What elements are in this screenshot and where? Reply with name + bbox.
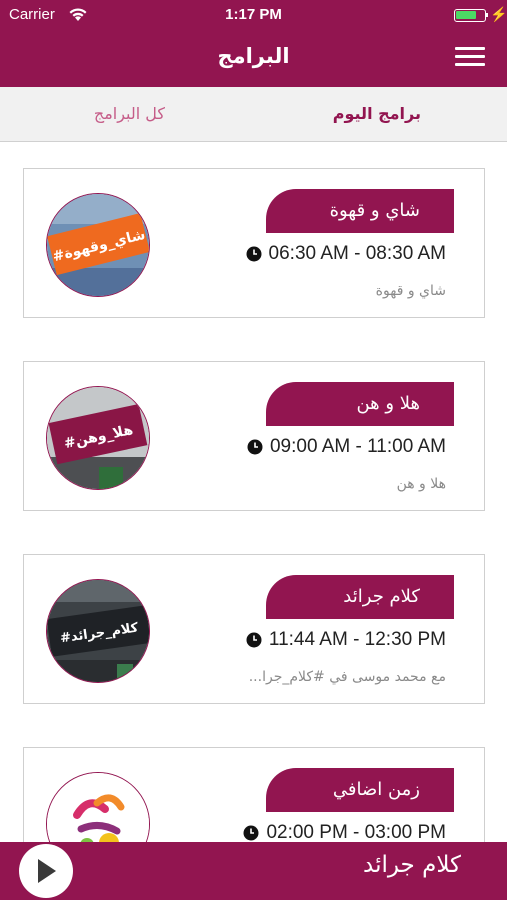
- program-subtitle: هلا و هن: [396, 476, 446, 492]
- page-title: البرامج: [217, 44, 290, 68]
- clock-icon: [246, 246, 262, 262]
- status-time: 1:17 PM: [225, 6, 282, 23]
- tab-bar: برامج اليوم كل البرامج: [0, 87, 507, 142]
- status-bar: Carrier 1:17 PM ⚡: [0, 0, 507, 30]
- hamburger-menu-icon[interactable]: [455, 47, 485, 69]
- program-card[interactable]: هلا و هن 09:00 AM - 11:00 AM هلا و هن #ه…: [23, 361, 485, 511]
- program-time-row: 11:44 AM - 12:30 PM: [246, 629, 446, 651]
- player-bar: كلام جرائد: [0, 842, 507, 900]
- program-time-row: 09:00 AM - 11:00 AM: [247, 436, 446, 458]
- program-time: 11:44 AM - 12:30 PM: [268, 629, 446, 650]
- program-title: هلا و هن: [266, 382, 454, 426]
- program-card[interactable]: زمن اضافي 02:00 PM - 03:00 PM: [23, 747, 485, 842]
- program-list: شاي و قهوة 06:30 AM - 08:30 AM شاي و قهو…: [0, 142, 507, 842]
- play-icon: [38, 859, 56, 883]
- clock-icon: [246, 632, 262, 648]
- program-title: شاي و قهوة: [266, 189, 454, 233]
- play-button[interactable]: [19, 844, 73, 898]
- program-title: كلام جرائد: [266, 575, 454, 619]
- program-thumbnail: #كلام_جرائد: [46, 579, 150, 683]
- program-time: 02:00 PM - 03:00 PM: [266, 822, 446, 842]
- nav-bar: البرامج: [0, 30, 507, 87]
- program-thumbnail: [46, 772, 150, 842]
- program-thumbnail: #هلا_وهن: [46, 386, 150, 490]
- program-card[interactable]: كلام جرائد 11:44 AM - 12:30 PM مع محمد م…: [23, 554, 485, 704]
- program-thumbnail: #شاي_وقهوة: [46, 193, 150, 297]
- program-title: زمن اضافي: [266, 768, 454, 812]
- program-card[interactable]: شاي و قهوة 06:30 AM - 08:30 AM شاي و قهو…: [23, 168, 485, 318]
- program-time: 06:30 AM - 08:30 AM: [268, 243, 446, 264]
- tab-today-programs[interactable]: برامج اليوم: [333, 104, 421, 123]
- program-time-row: 06:30 AM - 08:30 AM: [246, 243, 446, 265]
- program-subtitle: مع محمد موسى في #كلام_جرا...: [248, 669, 446, 685]
- program-subtitle: شاي و قهوة: [375, 283, 446, 299]
- clock-icon: [243, 825, 259, 841]
- program-time-row: 02:00 PM - 03:00 PM: [243, 822, 446, 842]
- clock-icon: [247, 439, 263, 455]
- charging-bolt-icon: ⚡: [490, 6, 507, 22]
- program-time: 09:00 AM - 11:00 AM: [269, 436, 446, 457]
- battery-icon: [454, 9, 488, 22]
- tab-all-programs[interactable]: كل البرامج: [94, 104, 165, 123]
- now-playing-title: كلام جرائد: [363, 852, 461, 878]
